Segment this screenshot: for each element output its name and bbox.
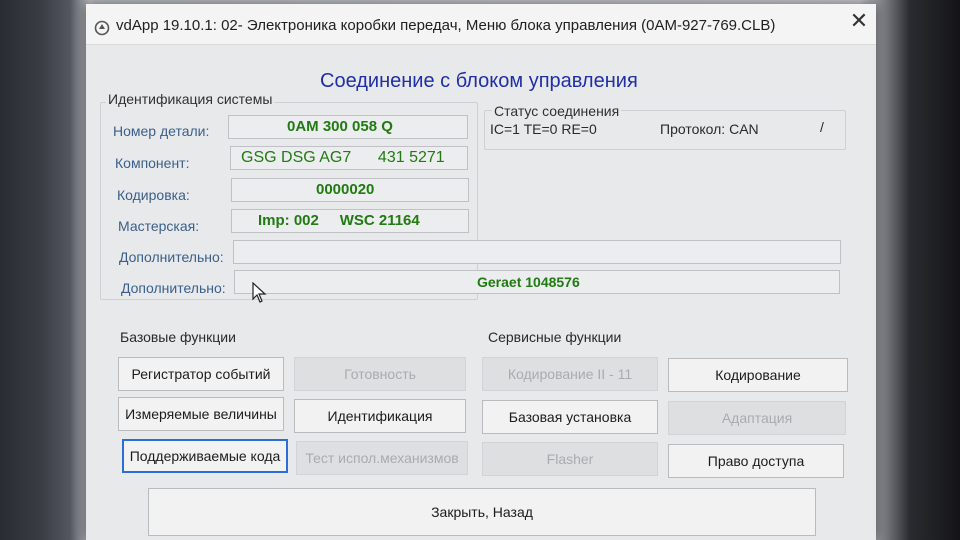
coding-button[interactable]: Кодирование	[668, 358, 848, 392]
coding-field: 0000020	[231, 178, 469, 202]
vdapp-logo-icon	[94, 20, 110, 36]
event-log-button[interactable]: Регистратор событий	[118, 357, 284, 391]
readiness-button[interactable]: Готовность	[294, 357, 466, 391]
identification-button[interactable]: Идентификация	[294, 399, 466, 433]
identification-group-label: Идентификация системы	[106, 91, 275, 107]
additional-label-2: Дополнительно:	[121, 280, 226, 296]
basic-functions-label: Базовые функции	[120, 329, 236, 345]
additional-field-2: Geraet 1048576	[234, 270, 840, 294]
window-title: vdApp 19.10.1: 02- Электроника коробки п…	[116, 17, 776, 34]
coding-label: Кодировка:	[117, 187, 190, 203]
adaptation-button[interactable]: Адаптация	[668, 401, 846, 435]
close-back-button[interactable]: Закрыть, Назад	[148, 488, 816, 536]
coding-ii-button[interactable]: Кодирование II - 11	[482, 357, 658, 391]
mouse-pointer-icon	[252, 282, 267, 303]
workshop-label: Мастерская:	[118, 218, 200, 234]
vdapp-window: vdApp 19.10.1: 02- Электроника коробки п…	[86, 4, 876, 540]
part-number-label: Номер детали:	[113, 123, 210, 139]
activity-indicator: /	[820, 119, 824, 135]
flasher-button[interactable]: Flasher	[482, 442, 658, 476]
connection-counters: IC=1 TE=0 RE=0	[490, 121, 597, 137]
access-rights-button[interactable]: Право доступа	[668, 444, 844, 478]
component-label: Компонент:	[115, 155, 190, 171]
supported-codes-button[interactable]: Поддерживаемые кода	[122, 439, 288, 473]
actuator-test-button[interactable]: Тест испол.механизмов	[296, 441, 468, 475]
page-title: Соединение с блоком управления	[320, 70, 638, 92]
basic-settings-button[interactable]: Базовая установка	[482, 400, 658, 434]
additional-field-1	[233, 240, 841, 264]
title-bar: vdApp 19.10.1: 02- Электроника коробки п…	[86, 4, 876, 45]
component-field: GSG DSG AG7 431 5271	[230, 146, 468, 170]
close-icon: ✕	[849, 8, 869, 33]
additional-label-1: Дополнительно:	[119, 249, 224, 265]
measured-values-button[interactable]: Измеряемые величины	[118, 397, 284, 431]
part-number-field: 0AM 300 058 Q	[228, 115, 468, 139]
close-window-button[interactable]: ✕	[846, 8, 872, 34]
protocol-text: Протокол: CAN	[660, 121, 759, 137]
connection-status-label: Статус соединения	[492, 103, 622, 119]
workshop-field: Imp: 002 WSC 21164	[231, 209, 469, 233]
service-functions-label: Сервисные функции	[488, 329, 622, 345]
